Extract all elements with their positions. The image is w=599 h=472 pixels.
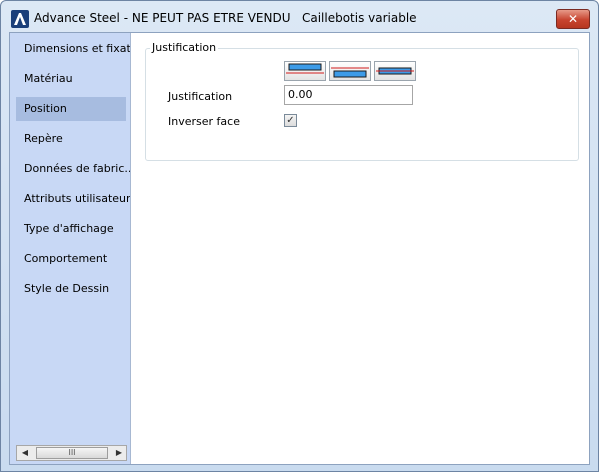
scroll-right-icon[interactable]: ▶ (112, 446, 126, 460)
justification-input[interactable]: 0.00 (284, 85, 413, 105)
justification-label: Justification (168, 90, 233, 103)
category-sidebar: Dimensions et fixat... Matériau Position… (10, 33, 131, 464)
sidebar-item-dimensions[interactable]: Dimensions et fixat... (10, 37, 130, 61)
inverse-face-label: Inverser face (168, 115, 240, 128)
sidebar-item-position[interactable]: Position (16, 97, 126, 121)
close-button[interactable]: ✕ (556, 9, 590, 29)
position-panel: Justification Justification 0.00 Inverse… (134, 33, 589, 464)
scroll-left-icon[interactable]: ◀ (18, 446, 32, 460)
scroll-grip: III (68, 448, 76, 457)
sidebar-item-material[interactable]: Matériau (10, 67, 130, 91)
justify-center-icon (376, 67, 414, 75)
window-title: Advance Steel - NE PEUT PAS ETRE VENDU C… (34, 11, 417, 25)
checkmark-icon: ✓ (286, 115, 295, 126)
sidebar-item-repere[interactable]: Repère (10, 127, 130, 151)
advance-steel-app-icon (11, 10, 29, 28)
sidebar-horizontal-scrollbar[interactable]: ◀ III ▶ (16, 445, 127, 461)
sidebar-item-drawing-style[interactable]: Style de Dessin (10, 277, 130, 301)
justify-top-icon (286, 63, 324, 74)
justification-group-label: Justification (150, 41, 219, 54)
sidebar-item-user-attributes[interactable]: Attributs utilisateur (10, 187, 130, 211)
justify-top-button[interactable] (284, 61, 326, 81)
dialog-window: Advance Steel - NE PEUT PAS ETRE VENDU C… (0, 0, 599, 472)
sidebar-item-display-type[interactable]: Type d'affichage (10, 217, 130, 241)
dialog-client-area: Dimensions et fixat... Matériau Position… (9, 32, 590, 465)
inverse-face-checkbox[interactable]: ✓ (284, 114, 297, 127)
scroll-thumb[interactable]: III (36, 447, 108, 459)
justify-center-button[interactable] (374, 61, 416, 81)
title-bar: Advance Steel - NE PEUT PAS ETRE VENDU C… (1, 1, 598, 33)
sidebar-item-behavior[interactable]: Comportement (10, 247, 130, 271)
close-icon: ✕ (567, 12, 579, 26)
justify-bottom-icon (331, 67, 369, 78)
sidebar-item-fabrication-data[interactable]: Données de fabric... (10, 157, 130, 181)
justify-bottom-button[interactable] (329, 61, 371, 81)
